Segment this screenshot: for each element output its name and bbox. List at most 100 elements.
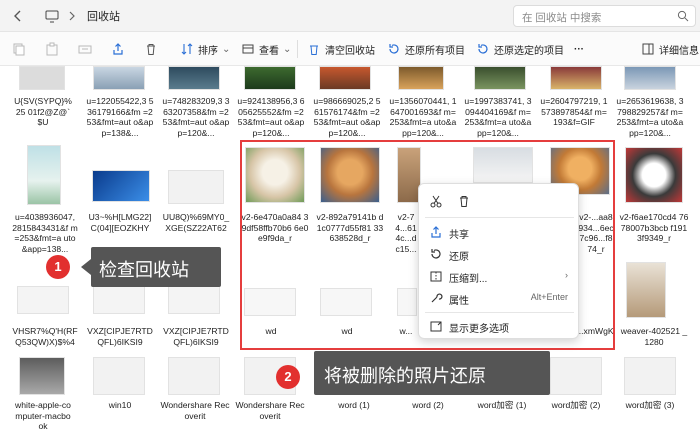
more-options-icon	[430, 321, 442, 332]
file-thumbnail[interactable]	[17, 286, 69, 314]
file-thumbnail[interactable]	[550, 357, 602, 395]
view-icon	[242, 44, 254, 54]
file-thumbnail[interactable]	[624, 66, 676, 90]
file-name: u=4038936047, 2815843431&f m=253&fmt=a u…	[12, 212, 78, 254]
chevron-right-icon: ›	[565, 270, 568, 280]
file-name: Wondershare Recoverit	[160, 400, 230, 421]
menu-label: 共享	[449, 230, 469, 241]
menu-divider	[425, 217, 574, 218]
file-thumbnail[interactable]	[625, 147, 683, 203]
menu-shortcut: Alt+Enter	[530, 292, 568, 302]
cut-icon[interactable]	[429, 194, 443, 208]
share-icon[interactable]	[111, 42, 125, 56]
callout-restore-photos: 将被删除的照片还原	[314, 351, 550, 395]
file-thumbnail[interactable]	[93, 286, 145, 314]
file-name: UU8Q)%69MY0_ XGE(SZ22AT62	[162, 212, 230, 233]
menu-item-restore[interactable]: 还原	[419, 243, 580, 265]
toolbar-divider	[297, 40, 298, 58]
file-thumbnail[interactable]	[92, 170, 150, 202]
callout-pointer	[81, 259, 91, 275]
file-thumbnail[interactable]	[19, 66, 65, 90]
callout-text: 检查回收站	[99, 260, 189, 280]
file-thumbnail[interactable]	[168, 357, 220, 395]
chevron-down-icon: ⌄	[283, 43, 292, 55]
properties-icon	[431, 293, 443, 303]
file-name: v2-f6ae170cd4 7678007b3bcb f1913f9349_r	[619, 212, 689, 243]
file-thumbnail[interactable]	[27, 145, 61, 205]
file-name: word (1)	[338, 400, 370, 410]
file-thumbnail[interactable]	[93, 357, 145, 395]
sort-button[interactable]: 排序 ⌄	[180, 41, 230, 57]
more-options-button[interactable]: ···	[574, 41, 584, 57]
file-name: word加密 (3)	[625, 400, 675, 410]
file-name: weaver-402521 _1280	[620, 326, 688, 347]
rename-icon[interactable]	[78, 42, 92, 56]
chevron-down-icon: ⌄	[222, 43, 231, 55]
zip-folder-icon	[430, 271, 442, 282]
command-bar: 排序 ⌄ 查看 ⌄ 清空回收站 还原所有项目 还原选定的项目 ··· 详细信息	[0, 32, 700, 66]
file-name: u=924138956,3 605625552&fm =253&fmt=aut …	[237, 96, 305, 138]
copy-icon[interactable]	[12, 42, 26, 56]
back-arrow-icon[interactable]	[10, 8, 26, 24]
file-thumbnail[interactable]	[550, 66, 602, 90]
paste-icon[interactable]	[45, 42, 59, 56]
callout-text: 将被删除的照片还原	[324, 366, 486, 386]
file-name: u=1997383741, 3094404169&f m=253&fmt=a u…	[464, 96, 532, 138]
search-placeholder: 在 回收站 中搜索	[522, 12, 602, 24]
file-thumbnail[interactable]	[319, 66, 371, 90]
file-thumbnail[interactable]	[19, 357, 65, 395]
file-thumbnail[interactable]	[626, 262, 666, 318]
menu-label: 属性	[449, 296, 469, 307]
menu-label: 显示更多选项	[449, 324, 509, 335]
restore-selected-button[interactable]: 还原选定的项目	[476, 41, 564, 57]
callout-badge-wrap: 2	[266, 357, 312, 397]
file-thumbnail[interactable]	[398, 66, 444, 90]
search-icon	[677, 10, 689, 22]
menu-label: 还原	[449, 252, 469, 263]
address-bar: 回收站 在 回收站 中搜索	[0, 0, 700, 32]
menu-item-properties[interactable]: 属性 Alt+Enter	[419, 287, 580, 309]
file-thumbnail[interactable]	[474, 66, 526, 90]
file-thumbnail[interactable]	[168, 170, 224, 204]
file-name: u=2653619638, 3798829257&f m=253&fmt=a u…	[616, 96, 684, 138]
menu-item-more-options[interactable]: 显示更多选项	[419, 315, 580, 337]
file-thumbnail[interactable]	[168, 66, 220, 90]
file-name: VXZ[CIPJE7RTD QFL)6IKSI9	[87, 326, 153, 347]
chevron-right-icon[interactable]	[64, 8, 80, 24]
search-input[interactable]: 在 回收站 中搜索	[513, 5, 696, 27]
delete-icon[interactable]	[457, 194, 471, 208]
file-thumbnail[interactable]	[244, 66, 296, 90]
restore-all-button[interactable]: 还原所有项目	[387, 41, 465, 57]
monitor-icon[interactable]	[44, 8, 60, 24]
breadcrumb-recycle-bin[interactable]: 回收站	[87, 8, 120, 24]
file-name: VXZ[CIPJE7RTD QFL)6IKSI9	[163, 326, 229, 347]
restore-selected-label: 还原选定的项目	[494, 45, 564, 57]
menu-item-share[interactable]: 共享	[419, 221, 580, 243]
file-name: word (2)	[412, 400, 444, 410]
share-icon	[431, 226, 441, 238]
file-thumbnail[interactable]	[168, 286, 220, 314]
file-name: u=122055422,3 536179166&fm =253&fmt=aut …	[86, 96, 154, 138]
empty-label: 清空回收站	[325, 45, 375, 57]
file-name: U{SV(SYPQ}%25 01f2@Z@`$U	[14, 96, 72, 127]
file-name: word加密 (1)	[477, 400, 527, 410]
restore-all-icon	[389, 44, 399, 54]
restore-selected-icon	[478, 44, 488, 54]
view-button[interactable]: 查看 ⌄	[241, 41, 291, 57]
step-badge-1: 1	[46, 255, 70, 279]
details-button[interactable]: 详细信息	[641, 41, 699, 57]
file-name: word加密 (2)	[551, 400, 601, 410]
empty-recycle-bin-button[interactable]: 清空回收站	[307, 41, 375, 57]
menu-divider	[425, 312, 574, 313]
context-menu: 共享 还原 压缩到... › 属性 Alt+Enter 显示更多选项	[418, 183, 579, 339]
sort-icon	[181, 43, 193, 55]
file-name: u=986669025,2 561576174&fm =253&fmt=aut …	[313, 96, 381, 138]
menu-item-compress[interactable]: 压缩到... ›	[419, 265, 580, 287]
file-thumbnail[interactable]	[93, 66, 145, 90]
step-badge-2: 2	[276, 365, 300, 389]
file-thumbnail[interactable]	[624, 357, 676, 395]
restore-all-label: 还原所有项目	[405, 45, 465, 57]
delete-icon[interactable]	[144, 42, 158, 56]
file-name: u=1356070441, 1647001693&f m=253&fmt=a u…	[389, 96, 457, 138]
view-label: 查看	[259, 45, 279, 57]
